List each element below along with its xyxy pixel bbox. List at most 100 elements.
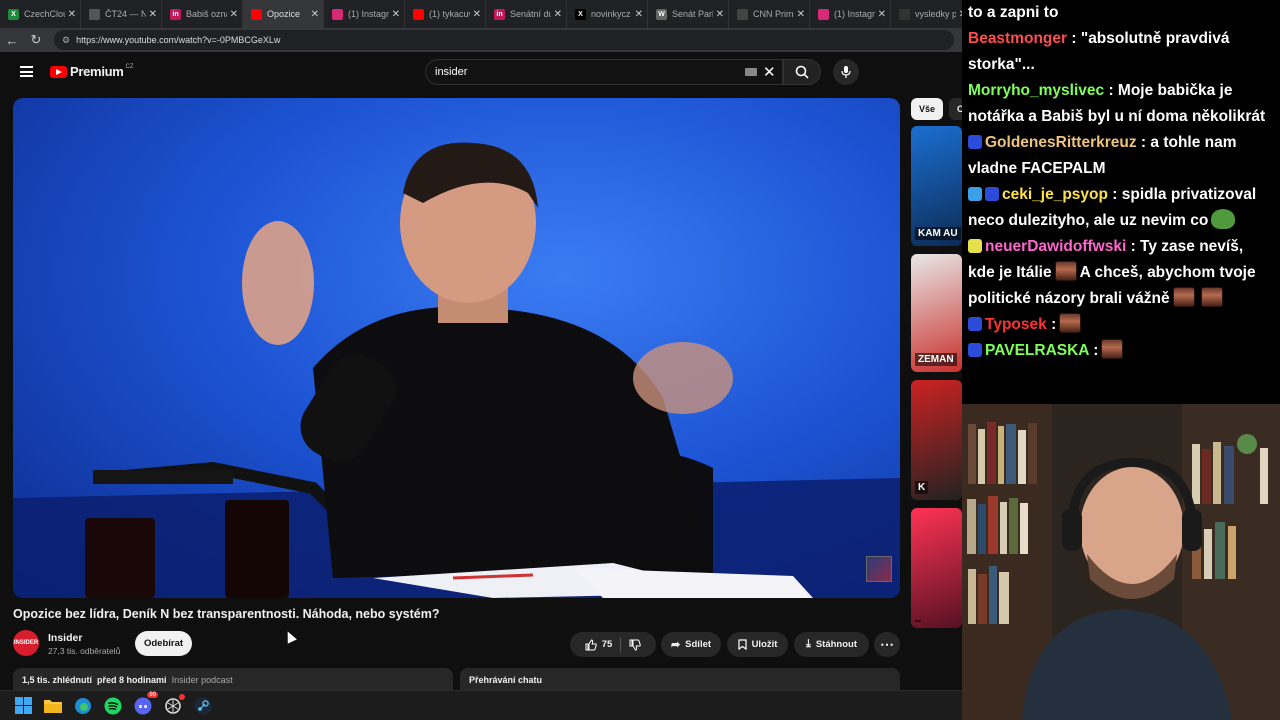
search-input[interactable]: insider: [425, 59, 783, 85]
spotify-icon[interactable]: [103, 696, 123, 716]
chat-username[interactable]: PAVELRASKA: [985, 342, 1089, 359]
keyboard-icon[interactable]: [745, 68, 757, 76]
mouse-cursor-icon: [283, 629, 297, 644]
tab-close-icon[interactable]: ✕: [716, 9, 724, 20]
browser-tab[interactable]: in Senátní duc✕: [486, 0, 567, 28]
tab-close-icon[interactable]: ✕: [311, 9, 319, 20]
stream-chat-overlay: to a zapni to Beastmonger : "absolutně pr…: [962, 0, 1280, 404]
tab-title: (1) tykacuv: [429, 9, 470, 19]
like-count: 75: [601, 639, 613, 650]
chat-message: neuerDawidoffwski : Ty zase nevíš, kde j…: [968, 234, 1274, 312]
edge-browser-icon[interactable]: [73, 696, 93, 716]
chip-all[interactable]: Vše: [911, 98, 944, 120]
chat-message: Beastmonger : "absolutně pravdivá storka…: [968, 26, 1274, 78]
file-explorer-icon[interactable]: [43, 696, 63, 716]
tab-title: Opozice: [267, 9, 301, 19]
tab-title: ČT24 — Ne: [105, 9, 146, 19]
browser-tab[interactable]: vysledky pa✕: [891, 0, 962, 28]
webcam-image: [962, 404, 1280, 720]
chat-username[interactable]: GoldenesRitterkreuz: [985, 134, 1137, 151]
tab-close-icon[interactable]: ✕: [473, 9, 481, 20]
tab-close-icon[interactable]: ✕: [878, 9, 886, 20]
chat-username[interactable]: Typosek: [985, 316, 1047, 333]
tab-close-icon[interactable]: ✕: [392, 9, 400, 20]
search-button[interactable]: [783, 59, 821, 85]
reload-icon[interactable]: ↻: [24, 32, 48, 48]
youtube-play-logo-icon: [50, 65, 67, 78]
browser-tab[interactable]: Opozice ✕: [243, 0, 324, 28]
download-icon: ⤓: [805, 638, 811, 650]
chat-username[interactable]: Beastmonger: [968, 30, 1067, 47]
related-video-thumbnail[interactable]: [911, 508, 962, 628]
share-button[interactable]: ➦ Sdílet: [661, 632, 721, 657]
description-box[interactable]: 1,5 tis. zhlédnutí před 8 hodinami Insid…: [13, 668, 453, 690]
browser-tab-strip: XCzechCloud✕ČT24 — Ne✕inBabiš označ✕Opoz…: [0, 0, 962, 28]
microphone-icon: [841, 66, 851, 78]
chat-username[interactable]: ceki_je_psyop: [1002, 186, 1108, 203]
upload-age: před 8 hodinami: [97, 675, 167, 685]
tab-favicon-icon: W: [656, 8, 667, 20]
windows-start-icon[interactable]: [13, 696, 33, 716]
url-input[interactable]: ⚙ https://www.youtube.com/watch?v=-0PMBC…: [54, 30, 954, 50]
related-video-thumbnail[interactable]: K: [911, 380, 962, 500]
chat-username[interactable]: Morryho_myslivec: [968, 82, 1104, 99]
save-label: Uložit: [751, 639, 778, 650]
browser-tab[interactable]: (1) Instagram✕: [810, 0, 891, 28]
save-button[interactable]: Uložit: [727, 632, 788, 657]
chat-badge-icon: [968, 239, 982, 253]
streamer-webcam: [962, 404, 1280, 720]
like-button[interactable]: 75: [585, 638, 613, 651]
browser-tab[interactable]: Xnovinkycz n✕: [567, 0, 648, 28]
site-info-icon[interactable]: ⚙: [62, 35, 70, 46]
tab-title: (1) Instagram: [348, 9, 389, 19]
browser-tab[interactable]: X CzechCloud✕: [0, 0, 81, 28]
chat-emote-icon: [1200, 287, 1223, 307]
browser-tab[interactable]: (1) Instagram✕: [324, 0, 405, 28]
channel-avatar[interactable]: INSIDER: [13, 630, 39, 656]
logo-brand-text: Premium: [70, 64, 124, 79]
steam-icon[interactable]: [193, 696, 213, 716]
voice-search-button[interactable]: [833, 59, 859, 85]
tab-close-icon[interactable]: ✕: [635, 9, 643, 20]
player-thumbnail-overlay[interactable]: [866, 556, 892, 582]
tab-title: CNN Prima: [753, 9, 794, 19]
clear-search-icon[interactable]: ✕: [763, 63, 776, 81]
chat-message: Morryho_myslivec : Moje babička je notář…: [968, 78, 1274, 130]
description-hashtag[interactable]: Insider podcast: [172, 675, 233, 685]
related-video-thumbnail[interactable]: KAM AU: [911, 126, 962, 246]
chat-message: PAVELRASKA :: [968, 338, 1274, 364]
browser-tab[interactable]: CNN Prima✕: [729, 0, 810, 28]
youtube-premium-logo[interactable]: Premium CZ: [50, 64, 134, 79]
subscriber-count: 27,3 tis. odběratelů: [48, 646, 121, 656]
thumbs-up-icon: [585, 638, 597, 650]
video-player[interactable]: [13, 98, 900, 598]
tab-close-icon[interactable]: ✕: [149, 9, 157, 20]
browser-tab[interactable]: ČT24 — Ne✕: [81, 0, 162, 28]
chat-message: GoldenesRitterkreuz : a tohle nam vladne…: [968, 130, 1274, 182]
chat-badge-icon: [985, 187, 999, 201]
download-button[interactable]: ⤓ Stáhnout: [794, 632, 869, 657]
related-video-thumbnail[interactable]: ZEMAN: [911, 254, 962, 372]
back-arrow-icon[interactable]: ←: [0, 33, 24, 48]
thumbs-down-icon[interactable]: [629, 639, 642, 651]
tab-close-icon[interactable]: ✕: [68, 9, 76, 20]
chat-replay-panel[interactable]: Přehrávání chatu: [460, 668, 900, 690]
channel-name[interactable]: Insider: [48, 632, 82, 644]
menu-hamburger-icon[interactable]: [20, 66, 33, 77]
chat-emote-icon: [1172, 287, 1195, 307]
browser-tab[interactable]: in Babiš označ✕: [162, 0, 243, 28]
chat-badge-icon: [968, 187, 982, 201]
more-actions-button[interactable]: ⋯: [874, 632, 900, 657]
subscribe-button[interactable]: Odebírat: [135, 631, 192, 656]
related-thumbnail-text: K: [915, 481, 929, 494]
tab-close-icon[interactable]: ✕: [797, 9, 805, 20]
tab-favicon-icon: [737, 8, 748, 20]
tab-favicon-icon: [251, 8, 262, 20]
chatgpt-icon[interactable]: [163, 693, 185, 716]
chat-username[interactable]: neuerDawidoffwski: [985, 238, 1126, 255]
discord-icon[interactable]: 99: [133, 691, 158, 716]
browser-tab[interactable]: W Senát Parlar✕: [648, 0, 729, 28]
browser-tab[interactable]: (1) tykacuv ✕: [405, 0, 486, 28]
tab-close-icon[interactable]: ✕: [230, 9, 238, 20]
tab-close-icon[interactable]: ✕: [554, 9, 562, 20]
